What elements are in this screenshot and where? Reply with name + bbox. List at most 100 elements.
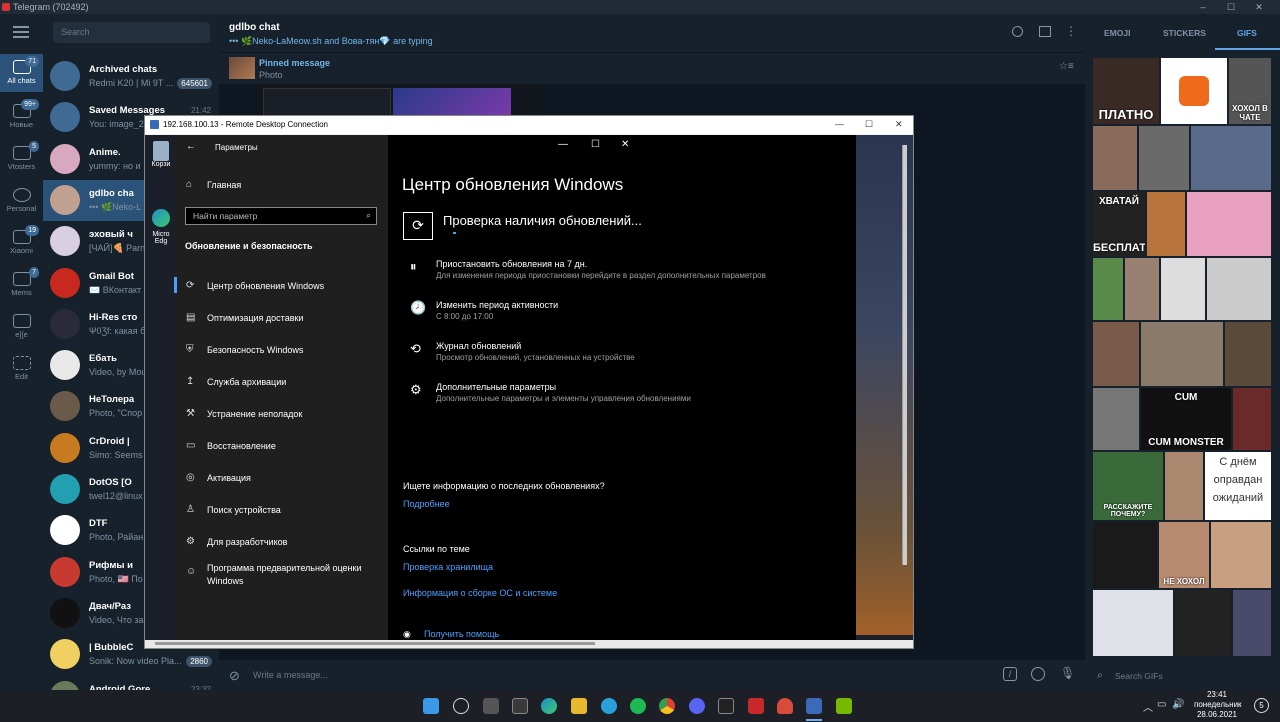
folder-all-chats[interactable]: 71 All chats <box>0 54 43 92</box>
attach-icon[interactable]: ⊘ <box>229 668 240 684</box>
gif-item[interactable] <box>1161 58 1227 124</box>
network-icon[interactable]: ▭ <box>1157 699 1166 710</box>
settings-minimize-button[interactable]: — <box>558 139 568 150</box>
tab-emoji[interactable]: EMOJI <box>1104 28 1130 38</box>
nav-home[interactable]: ⌂ Главная <box>186 179 241 190</box>
gif-item[interactable] <box>1165 452 1203 520</box>
gif-item[interactable]: ХОХОЛ В ЧАТЕ <box>1229 58 1271 124</box>
folder-personal[interactable]: Personal <box>0 182 43 218</box>
nav-windows-update[interactable]: ⟳ Центр обновления Windows <box>186 280 324 291</box>
gif-item[interactable] <box>1147 192 1185 256</box>
folder-vtosters[interactable]: 5 Vtosters <box>0 140 43 176</box>
notification-badge[interactable]: 5 <box>1254 698 1269 713</box>
gif-item[interactable] <box>1187 192 1271 256</box>
recycle-bin-icon[interactable]: Корзи <box>148 139 174 179</box>
rdp-minimize-button[interactable]: — <box>835 119 844 129</box>
folder-new[interactable]: 99+ Новые <box>0 98 43 134</box>
edge-desktop-icon[interactable]: Micro Edg <box>148 209 174 259</box>
filezilla-icon[interactable] <box>748 698 764 714</box>
rdp-maximize-button[interactable]: ☐ <box>865 119 873 130</box>
gif-item[interactable] <box>1139 126 1189 190</box>
menu-icon[interactable] <box>13 26 29 38</box>
nav-recovery[interactable]: ▭ Восстановление <box>186 440 276 451</box>
gif-item[interactable] <box>1093 522 1157 588</box>
folder-mems[interactable]: 7 Mems <box>0 266 43 302</box>
get-help-link[interactable]: Получить помощь <box>424 629 499 639</box>
nav-find-device[interactable]: ♙ Поиск устройства <box>186 504 281 515</box>
telegram-icon[interactable] <box>601 698 617 714</box>
back-arrow-icon[interactable]: ← <box>186 141 196 152</box>
search-input[interactable]: Search <box>53 22 210 43</box>
pin-list-icon[interactable]: ☆≡ <box>1059 61 1074 72</box>
nav-developers[interactable]: ⚙ Для разработчиков <box>186 536 287 547</box>
tab-stickers[interactable]: STICKERS <box>1163 28 1206 38</box>
gif-item[interactable]: С днём оправдан ожиданий <box>1205 452 1271 520</box>
command-icon[interactable]: / <box>1003 667 1017 681</box>
gif-item[interactable] <box>1093 126 1137 190</box>
gif-item[interactable] <box>1093 258 1123 320</box>
gif-item[interactable] <box>1093 590 1173 656</box>
rdp-vertical-scrollbar[interactable] <box>902 145 907 565</box>
settings-search-input[interactable]: Найти параметр ⌕ <box>185 207 377 225</box>
gif-item[interactable]: РАССКАЖИТЕ ПОЧЕМУ? <box>1093 452 1163 520</box>
folder-eje[interactable]: e][e <box>0 308 43 344</box>
folder-xiaomi[interactable]: 19 Xiaomi <box>0 224 43 260</box>
sidebar-toggle-icon[interactable] <box>1039 26 1051 37</box>
edge-icon[interactable] <box>541 698 557 714</box>
gif-search-input[interactable]: Search GIFs <box>1115 671 1163 681</box>
terminal-icon[interactable] <box>718 698 734 714</box>
gif-item[interactable] <box>1211 522 1271 588</box>
volume-icon[interactable]: 🔊 <box>1172 699 1184 710</box>
nav-insider[interactable]: ☺ Программа предварительной оценки Window… <box>186 562 377 588</box>
gif-item[interactable] <box>1141 322 1223 386</box>
nav-backup[interactable]: ↥ Служба архивации <box>186 376 286 387</box>
gif-item[interactable] <box>1191 126 1271 190</box>
rdp-horizontal-scrollbar[interactable] <box>145 640 913 648</box>
gif-item[interactable] <box>1233 388 1271 450</box>
gif-item[interactable] <box>1125 258 1159 320</box>
learn-more-link[interactable]: Подробнее <box>403 499 450 509</box>
tab-gifs[interactable]: GIFS <box>1237 28 1257 38</box>
minimize-button[interactable]: – <box>1190 0 1216 14</box>
microphone-app-icon[interactable] <box>777 698 793 714</box>
chat-item[interactable]: Archived chats Redmi K20 | Mi 9T ... 64560… <box>43 56 219 97</box>
remote-desktop-icon[interactable] <box>806 698 822 714</box>
close-button[interactable]: ✕ <box>1246 0 1272 14</box>
microphone-icon[interactable]: 🎙 <box>1060 666 1075 680</box>
discord-icon[interactable] <box>689 698 705 714</box>
nvidia-icon[interactable] <box>836 698 852 714</box>
gif-item[interactable] <box>1175 590 1231 656</box>
clock[interactable]: 23:41 понедельник 28.06.2021 <box>1194 690 1242 720</box>
settings-maximize-button[interactable]: ☐ <box>591 139 600 150</box>
start-icon[interactable] <box>423 698 439 714</box>
more-icon[interactable]: ⋮ <box>1065 24 1077 38</box>
search-icon[interactable] <box>453 698 469 714</box>
gif-item[interactable] <box>1225 322 1271 386</box>
widgets-icon[interactable] <box>512 698 528 714</box>
gif-item[interactable]: ПЛАТНО <box>1093 58 1159 124</box>
os-build-info-link[interactable]: Информация о сборке ОС и системе <box>403 588 557 598</box>
task-view-icon[interactable] <box>483 698 499 714</box>
gif-item[interactable]: НЕ ХОХОЛ <box>1159 522 1209 588</box>
gif-item[interactable]: CUM CUM MONSTER <box>1141 388 1231 450</box>
nav-windows-security[interactable]: ⛨ Безопасность Windows <box>186 344 303 355</box>
tray-chevron-icon[interactable]: ︿ <box>1143 699 1153 714</box>
nav-troubleshoot[interactable]: ⚒ Устранение неполадок <box>186 408 302 419</box>
message-input[interactable]: Write a message... <box>253 670 328 680</box>
gif-item[interactable]: ХВАТАЙБЕСПЛАТНО <box>1093 192 1145 256</box>
chrome-icon[interactable] <box>659 698 675 714</box>
gif-item[interactable] <box>1093 388 1139 450</box>
pinned-bar[interactable]: Pinned message Photo ☆≡ <box>219 52 1085 84</box>
settings-close-button[interactable]: ✕ <box>621 139 629 150</box>
maximize-button[interactable]: ☐ <box>1218 0 1244 14</box>
gif-item[interactable] <box>1233 590 1271 656</box>
gif-item[interactable] <box>1161 258 1205 320</box>
check-storage-link[interactable]: Проверка хранилища <box>403 562 493 572</box>
file-explorer-icon[interactable] <box>571 698 587 714</box>
gif-item[interactable] <box>1207 258 1271 320</box>
emoji-icon[interactable] <box>1031 667 1045 681</box>
chat-title[interactable]: gdlbo chat <box>229 22 280 33</box>
spotify-icon[interactable] <box>630 698 646 714</box>
nav-activation[interactable]: ◎ Активация <box>186 472 251 483</box>
gif-item[interactable] <box>1093 322 1139 386</box>
